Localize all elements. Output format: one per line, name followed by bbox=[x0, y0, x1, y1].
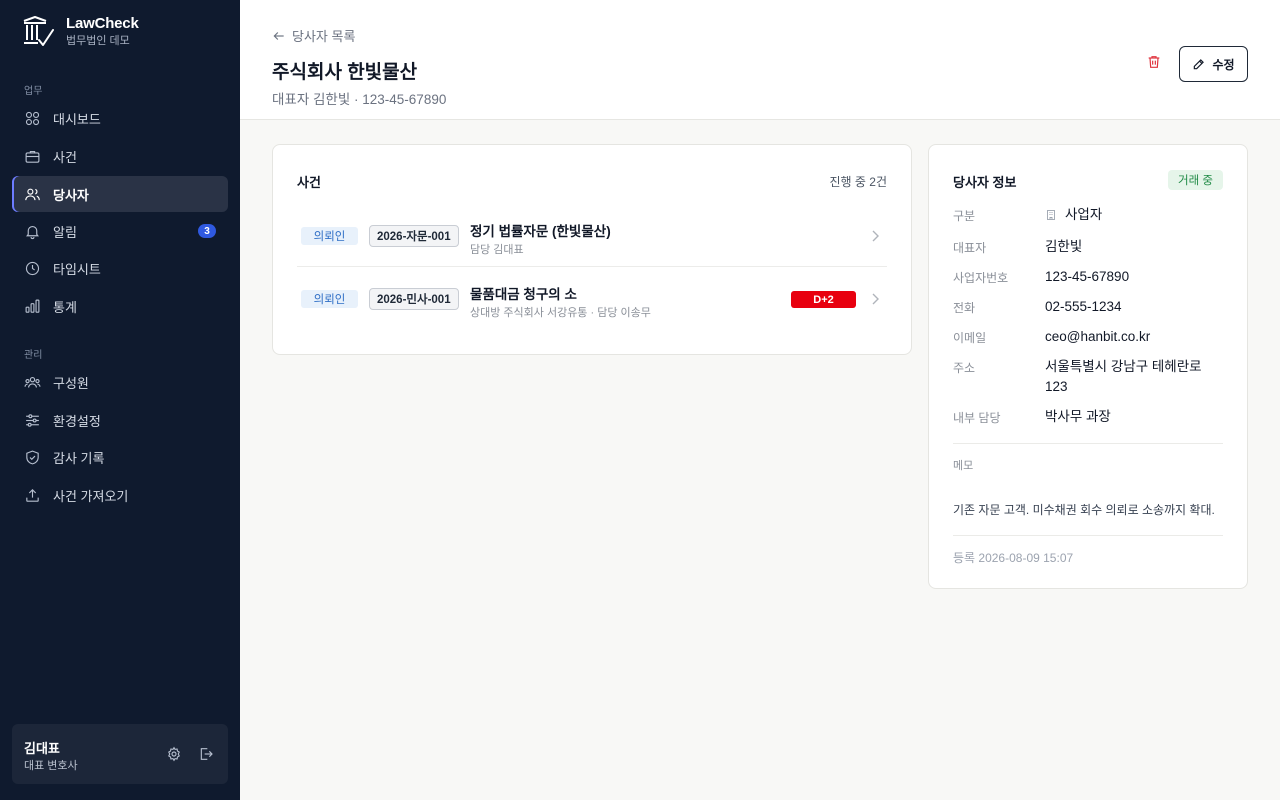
sidebar-item-label: 사건 bbox=[53, 149, 77, 165]
sidebar-item-label: 알림 bbox=[53, 224, 77, 240]
sidebar-item-label: 타임시트 bbox=[53, 261, 101, 277]
sidebar-item-dashboard[interactable]: 대시보드 bbox=[12, 100, 228, 136]
registered-date: 등록 2026-08-09 15:07 bbox=[953, 551, 1074, 565]
logout-button[interactable] bbox=[198, 746, 214, 762]
sidebar-item-label: 당사자 bbox=[53, 187, 89, 203]
field-label-representative: 대표자 bbox=[953, 241, 987, 255]
field-value-business-number: 123-45-67890 bbox=[1045, 269, 1130, 284]
sidebar-item-label: 통계 bbox=[53, 299, 77, 315]
deadline-badge: D+2 bbox=[791, 291, 856, 308]
section-label-work: 업무 bbox=[24, 86, 43, 97]
sidebar-item-label: 환경설정 bbox=[53, 413, 101, 429]
building-icon bbox=[1047, 210, 1055, 220]
bell-icon bbox=[26, 225, 39, 239]
shield-icon bbox=[26, 450, 39, 464]
brand-name: LawCheck bbox=[66, 15, 139, 32]
section-label-admin: 관리 bbox=[24, 350, 43, 361]
briefcase-icon bbox=[25, 150, 40, 163]
field-label-address: 주소 bbox=[953, 361, 976, 375]
case-subtitle: 상대방 주식회사 서강유통 · 담당 이송무 bbox=[470, 307, 651, 319]
bar-chart-icon bbox=[25, 299, 40, 313]
status-badge: 거래 중 bbox=[1168, 170, 1223, 190]
case-row[interactable]: 의뢰인 2026-민사-001 물품대금 청구의 소 상대방 주식회사 서강유통… bbox=[297, 268, 887, 330]
sidebar-item-notifications[interactable]: 알림 3 bbox=[12, 213, 228, 249]
case-code-badge: 2026-자문-001 bbox=[369, 225, 459, 247]
brand[interactable]: LawCheck 법무법인 데모 bbox=[22, 15, 139, 48]
party-info-card: 당사자 정보 거래 중 구분 사업자 대표자 김한빛 사업자번호 123-45-… bbox=[928, 144, 1248, 589]
sidebar-item-settings[interactable]: 환경설정 bbox=[12, 402, 228, 438]
trash-icon bbox=[1148, 56, 1160, 68]
cases-count: 진행 중 2건 bbox=[829, 175, 887, 189]
sidebar-item-statistics[interactable]: 통계 bbox=[12, 288, 228, 324]
sidebar-item-label: 구성원 bbox=[53, 375, 89, 391]
field-value-internal-manager: 박사무 과장 bbox=[1045, 409, 1111, 424]
sliders-icon bbox=[26, 413, 39, 427]
memo-text: 기존 자문 고객. 미수채권 회수 의뢰로 소송까지 확대. bbox=[953, 503, 1215, 517]
field-value-representative: 김한빛 bbox=[1045, 239, 1083, 254]
case-code-badge: 2026-민사-001 bbox=[369, 288, 459, 310]
field-label-phone: 전화 bbox=[953, 301, 976, 315]
field-label-type: 구분 bbox=[953, 209, 976, 223]
field-value-phone: 02-555-1234 bbox=[1045, 299, 1122, 314]
clock-icon bbox=[25, 261, 40, 275]
gear-icon bbox=[168, 746, 180, 762]
cases-card-title: 사건 bbox=[297, 175, 321, 190]
sidebar-item-cases[interactable]: 사건 bbox=[12, 138, 228, 174]
edit-button-label: 수정 bbox=[1212, 57, 1235, 72]
sidebar-item-audit-log[interactable]: 감사 기록 bbox=[12, 439, 228, 475]
party-role-badge: 의뢰인 bbox=[301, 290, 358, 308]
sidebar-item-timesheet[interactable]: 타임시트 bbox=[12, 250, 228, 286]
user-name: 김대표 bbox=[24, 741, 60, 756]
sidebar: LawCheck 법무법인 데모 업무 대시보드 사건 당사자 알림 3 타임시… bbox=[0, 0, 240, 800]
notification-count-badge: 3 bbox=[198, 224, 216, 238]
grid-icon bbox=[25, 111, 40, 125]
case-row[interactable]: 의뢰인 2026-자문-001 정기 법률자문 (한빛물산) 담당 김대표 bbox=[297, 205, 887, 267]
sidebar-item-members[interactable]: 구성원 bbox=[12, 364, 228, 400]
arrow-left-icon bbox=[273, 31, 284, 40]
user-role: 대표 변호사 bbox=[24, 760, 78, 772]
cases-card: 사건 진행 중 2건 의뢰인 2026-자문-001 정기 법률자문 (한빛물산… bbox=[272, 144, 912, 355]
sidebar-item-label: 대시보드 bbox=[53, 111, 101, 127]
case-subtitle: 담당 김대표 bbox=[470, 244, 524, 256]
party-info-title: 당사자 정보 bbox=[953, 175, 1017, 190]
field-label-business-number: 사업자번호 bbox=[953, 271, 1009, 285]
field-value-address: 서울특별시 강남구 테헤란로 123 bbox=[1045, 359, 1202, 394]
delete-button[interactable] bbox=[1146, 54, 1166, 74]
user-card: 김대표 대표 변호사 bbox=[12, 724, 228, 784]
sidebar-item-import-cases[interactable]: 사건 가져오기 bbox=[12, 477, 228, 513]
field-value-email: ceo@hanbit.co.kr bbox=[1045, 329, 1151, 344]
logout-icon bbox=[200, 748, 213, 760]
chevron-right-icon bbox=[872, 230, 879, 242]
team-icon bbox=[24, 376, 41, 388]
sidebar-item-parties[interactable]: 당사자 bbox=[12, 176, 228, 212]
sidebar-item-label: 감사 기록 bbox=[53, 450, 105, 466]
field-value-type: 사업자 bbox=[1045, 205, 1225, 225]
user-settings-button[interactable] bbox=[166, 746, 182, 762]
page-title: 주식회사 한빛물산 bbox=[272, 62, 418, 83]
case-title: 물품대금 청구의 소 bbox=[470, 287, 577, 302]
party-type-value: 사업자 bbox=[1065, 207, 1103, 222]
page-header: 당사자 목록 주식회사 한빛물산 대표자 김한빛 · 123-45-67890 … bbox=[240, 0, 1280, 120]
divider bbox=[953, 443, 1223, 444]
field-label-internal-manager: 내부 담당 bbox=[953, 411, 1001, 425]
brand-subtitle: 법무법인 데모 bbox=[66, 35, 130, 47]
party-role-badge: 의뢰인 bbox=[301, 227, 358, 245]
field-label-email: 이메일 bbox=[953, 331, 987, 345]
back-link-label: 당사자 목록 bbox=[292, 29, 356, 44]
page-subtitle: 대표자 김한빛 · 123-45-67890 bbox=[272, 92, 447, 107]
upload-icon bbox=[26, 488, 39, 502]
edit-button[interactable]: 수정 bbox=[1179, 46, 1248, 82]
back-to-parties-link[interactable]: 당사자 목록 bbox=[272, 26, 355, 45]
sidebar-item-label: 사건 가져오기 bbox=[53, 488, 129, 504]
courthouse-check-logo-icon bbox=[23, 15, 54, 46]
chevron-right-icon bbox=[872, 293, 879, 305]
pencil-icon bbox=[1194, 59, 1205, 70]
memo-label: 메모 bbox=[953, 460, 974, 472]
divider bbox=[953, 535, 1223, 536]
case-title: 정기 법률자문 (한빛물산) bbox=[470, 224, 611, 239]
users-icon bbox=[25, 188, 40, 200]
